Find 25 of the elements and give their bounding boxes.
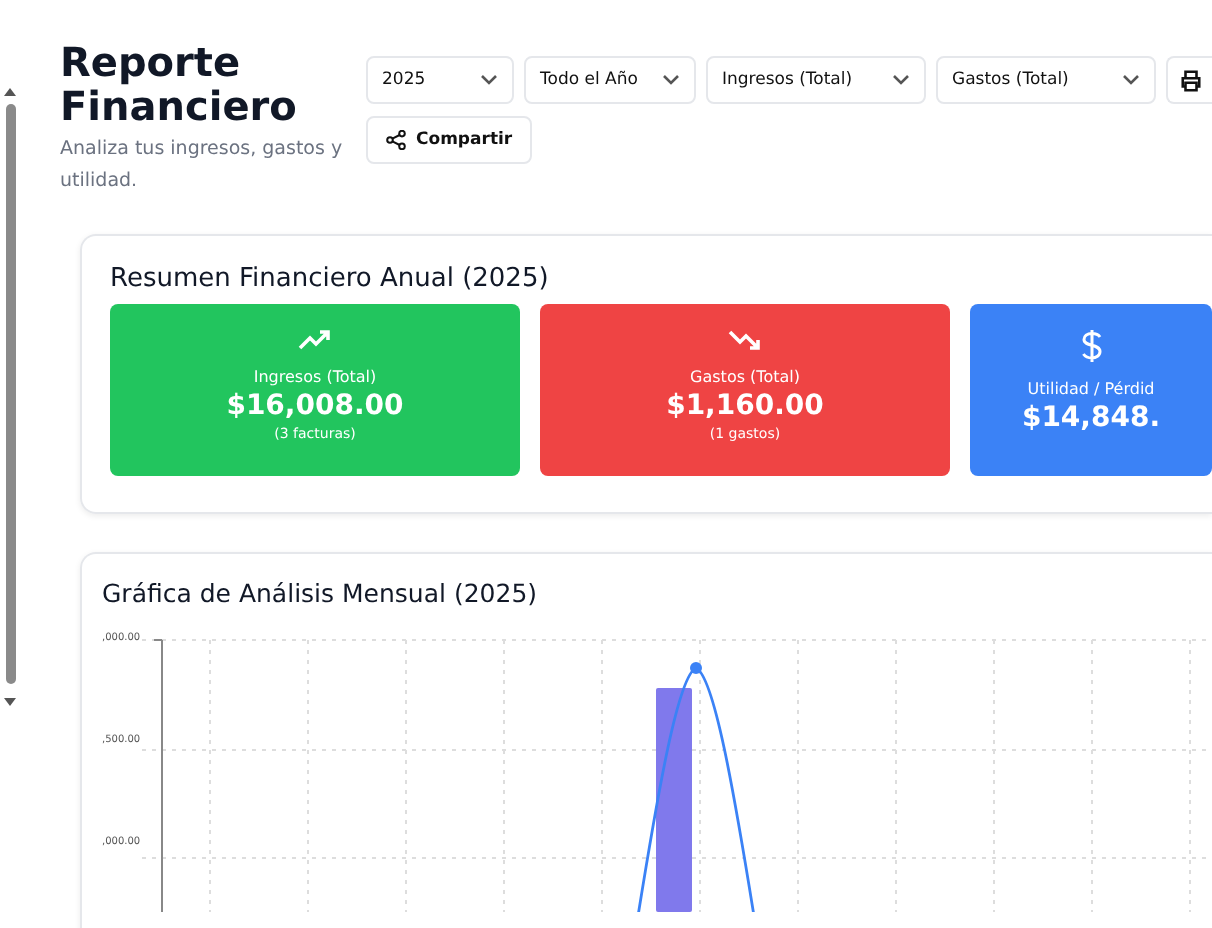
stat-amount: $1,160.00: [666, 388, 824, 426]
print-button[interactable]: [1166, 56, 1212, 104]
dollar-icon: [1079, 328, 1103, 364]
page-subtitle: Analiza tus ingresos, gastos y utilidad.: [60, 136, 345, 196]
share-button[interactable]: Compartir: [366, 116, 533, 164]
chevron-down-icon: [892, 74, 910, 86]
card-title: Resumen Financiero Anual (2025): [110, 264, 551, 294]
chevron-down-icon: [662, 74, 680, 86]
stat-label: Ingresos (Total): [253, 368, 377, 388]
card-title: Gráfica de Análisis Mensual (2025): [102, 578, 540, 608]
chevron-down-icon: [480, 74, 498, 86]
filter-dropdown[interactable]: Ingresos (Total): [706, 56, 926, 104]
trend-up-icon: [297, 328, 333, 352]
filter-dropdown[interactable]: 2025: [366, 56, 514, 104]
trend-down-icon: [727, 328, 763, 352]
stat-label: Utilidad / Pérdid: [1027, 380, 1155, 400]
stat-amount: $16,008.00: [226, 388, 404, 426]
stat-amount: $14,848.: [1021, 400, 1161, 438]
share-icon: [386, 130, 406, 150]
printer-icon: [1180, 69, 1202, 91]
stat-label: Gastos (Total): [690, 368, 800, 388]
page-title: Reporte Financiero: [60, 40, 299, 128]
chevron-down-icon: [1122, 74, 1140, 86]
filter-dropdown[interactable]: Gastos (Total): [936, 56, 1156, 104]
filter-dropdown[interactable]: Todo el Año: [524, 56, 696, 104]
